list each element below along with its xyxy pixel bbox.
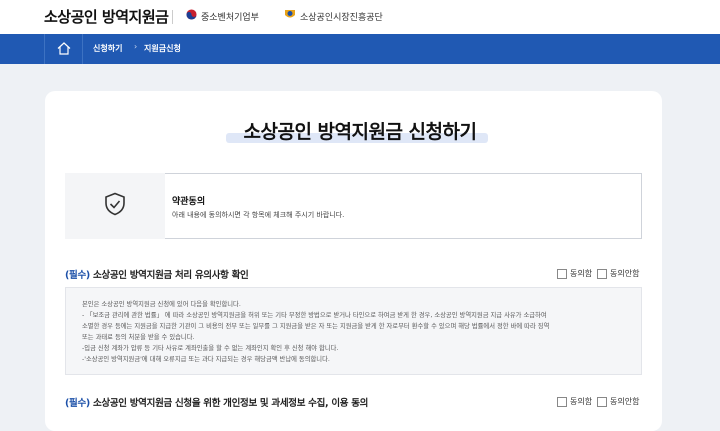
- agree-label: 동의함: [570, 269, 593, 278]
- section2-agree-checkbox[interactable]: 동의함: [557, 396, 592, 407]
- org-semas-label: 소상공인시장진흥공단: [300, 12, 383, 23]
- home-icon: [57, 40, 71, 59]
- org-semas-logo[interactable]: 소상공인시장진흥공단: [284, 9, 383, 23]
- disagree-label: 동의안함: [610, 397, 640, 406]
- terms-description: 아래 내용에 동의하시면 각 항목에 체크해 주시기 바랍니다.: [172, 211, 345, 219]
- breadcrumb-chevron-icon: ›: [134, 42, 138, 51]
- terms-title: 약관동의: [172, 197, 206, 207]
- notice-line: 본인은 소상공인 방역지원금 신청에 있어 다음을 확인합니다.: [82, 301, 241, 308]
- notice-line: -'소상공인 방역지원금'에 대해 오류지급 또는 과다 지급되는 경우 해당금…: [82, 356, 330, 363]
- section1-notice-box: 본인은 소상공인 방역지원금 신청에 있어 다음을 확인합니다. - 「보조금 …: [65, 287, 642, 375]
- section1-title: (필수) 소상공인 방역지원금 처리 유의사항 확인: [65, 267, 249, 281]
- section2-title: (필수) 소상공인 방역지원금 신청을 위한 개인정보 및 과세정보 수집, 이…: [65, 395, 368, 409]
- checkbox-icon[interactable]: [597, 268, 607, 279]
- agree-label: 동의함: [570, 397, 593, 406]
- site-logo-title[interactable]: 소상공인 방역지원금: [44, 6, 169, 27]
- breadcrumb-apply[interactable]: 신청하기: [93, 43, 122, 54]
- section1-agree-checkbox[interactable]: 동의함: [557, 268, 592, 279]
- org-mss-logo[interactable]: 중소벤처기업부: [186, 9, 259, 23]
- org-mss-label: 중소벤처기업부: [201, 12, 259, 23]
- semas-logo-icon: [284, 9, 296, 23]
- required-label: (필수): [65, 398, 90, 409]
- taegeuk-icon: [186, 9, 197, 23]
- notice-line: 소멸한 경우 등에는 지원금을 지급한 기관이 그 비용의 전부 또는 일부를 …: [82, 323, 550, 330]
- shield-check-icon: [104, 192, 126, 220]
- disagree-label: 동의안함: [610, 269, 640, 278]
- terms-icon-cell: [65, 173, 165, 239]
- section2-disagree-checkbox[interactable]: 동의안함: [597, 396, 639, 407]
- checkbox-icon[interactable]: [557, 268, 567, 279]
- breadcrumb-subsidy-apply[interactable]: 지원금신청: [144, 43, 181, 54]
- section2-title-text: 소상공인 방역지원금 신청을 위한 개인정보 및 과세정보 수집, 이용 동의: [89, 398, 369, 409]
- checkbox-icon[interactable]: [557, 396, 567, 407]
- header-divider: [172, 10, 173, 24]
- section1-disagree-checkbox[interactable]: 동의안함: [597, 268, 639, 279]
- checkbox-icon[interactable]: [597, 396, 607, 407]
- required-label: (필수): [65, 270, 90, 281]
- home-button[interactable]: [44, 34, 83, 64]
- notice-line: - 「보조금 관리에 관한 법률」 에 따라 소상공인 방역지원금을 허위 또는…: [82, 312, 547, 319]
- notice-line: -입금 신청 계좌가 압류 등 기타 사유로 계좌인출을 할 수 없는 계좌인지…: [82, 345, 339, 352]
- notice-line: 또는 과태료 등의 처분을 받을 수 있습니다.: [82, 334, 195, 341]
- section1-title-text: 소상공인 방역지원금 처리 유의사항 확인: [89, 270, 249, 281]
- page-title: 소상공인 방역지원금 신청하기: [243, 121, 477, 143]
